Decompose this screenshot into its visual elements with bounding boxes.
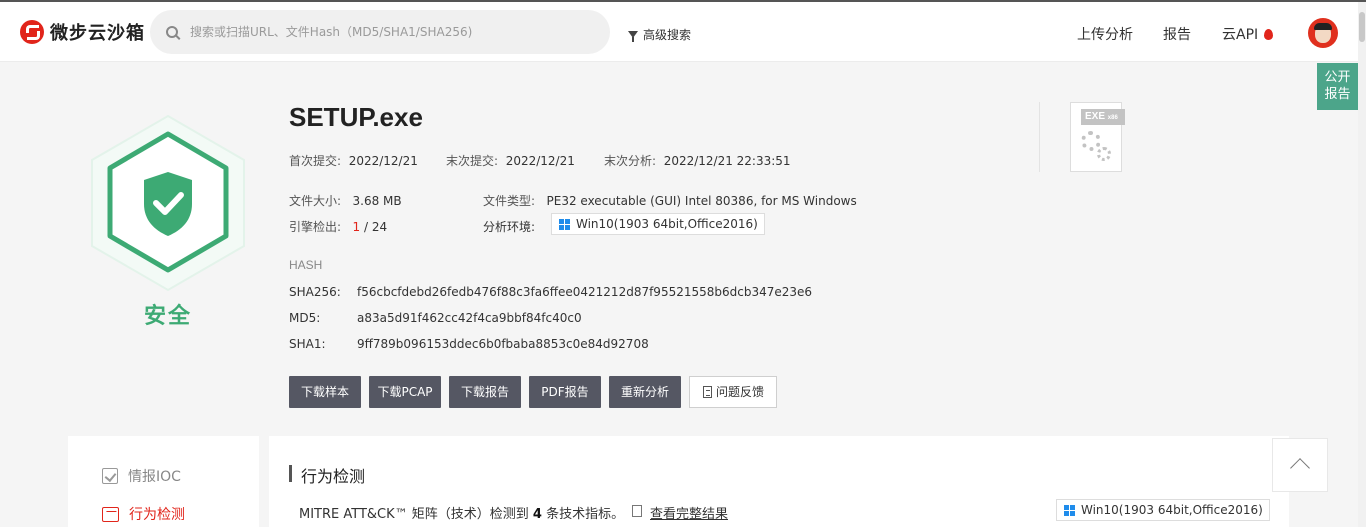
last-analysis-label: 末次分析: — [604, 154, 657, 168]
nav-report[interactable]: 报告 — [1163, 24, 1191, 44]
behavior-env-badge: Win10(1903 64bit,Office2016) — [1056, 499, 1270, 521]
nav-upload-analysis[interactable]: 上传分析 — [1077, 24, 1133, 44]
sha256-value[interactable]: f56cbcfdebd26fedb476f88c3fa6ffee0421212d… — [357, 285, 812, 299]
file-size: 文件大小: 3.68 MB — [289, 192, 402, 209]
pdf-report-button[interactable]: PDF报告 — [529, 376, 601, 408]
last-analysis: 末次分析: 2022/12/21 22:33:51 — [604, 152, 791, 169]
behavior-section-title: 行为检测 — [301, 467, 366, 486]
download-pcap-button[interactable]: 下载PCAP — [369, 376, 441, 408]
feedback-label: 问题反馈 — [716, 385, 765, 399]
sha256-label: SHA256: — [289, 285, 341, 299]
exe-file-icon: EXE x86 — [1070, 102, 1125, 172]
windows-icon — [559, 219, 570, 230]
last-submit-value: 2022/12/21 — [505, 154, 575, 168]
engine-hits: 1 — [352, 220, 361, 234]
view-full-results-link[interactable]: 查看完整结果 — [632, 503, 728, 522]
mitre-prefix: MITRE ATT&CK™ 矩阵（技术）检测到 — [299, 507, 529, 522]
left-nav-ioc[interactable]: 情报IOC — [102, 466, 181, 486]
document-icon — [703, 386, 712, 398]
left-nav-panel: 情报IOC 行为检测 — [68, 436, 259, 527]
first-submit: 首次提交: 2022/12/21 — [289, 152, 418, 169]
small-gear-icon — [1097, 147, 1111, 161]
sha256-row: SHA256: f56cbcfdebd26fedb476f88c3fa6ffee0… — [289, 285, 812, 299]
md5-value[interactable]: a83a5d91f462cc42f4ca9bbf84fc40c0 — [357, 311, 582, 325]
vertical-divider — [1039, 102, 1040, 172]
search-icon — [166, 26, 178, 38]
back-to-top-button[interactable] — [1272, 438, 1328, 492]
exe-file-type: EXE — [1085, 111, 1106, 122]
nav-cloud-api-label: 云API — [1222, 27, 1259, 43]
file-size-label: 文件大小: — [289, 194, 342, 208]
advanced-search-link[interactable]: 高级搜索 — [628, 26, 691, 43]
engine-total: / 24 — [363, 220, 388, 234]
analysis-env-badge: Win10(1903 64bit,Office2016) — [551, 213, 765, 235]
header: 微步云沙箱 高级搜索 上传分析 报告 云API — [0, 2, 1358, 62]
public-report-line2: 报告 — [1324, 87, 1351, 102]
sha1-value[interactable]: 9ff789b096153ddec6b0fbaba8853c0e84d92708 — [357, 337, 649, 351]
mitre-count: 4 — [532, 507, 542, 522]
page-scrollbar[interactable] — [1358, 2, 1366, 527]
analysis-env-value: Win10(1903 64bit,Office2016) — [576, 217, 758, 231]
list-icon — [632, 505, 642, 517]
first-submit-value: 2022/12/21 — [348, 154, 418, 168]
behavior-env-value: Win10(1903 64bit,Office2016) — [1081, 503, 1263, 517]
reanalyze-button[interactable]: 重新分析 — [609, 376, 681, 408]
behavior-chart-icon — [102, 506, 119, 522]
windows-icon — [1064, 505, 1075, 516]
user-avatar[interactable] — [1308, 18, 1338, 48]
search-input[interactable] — [190, 25, 590, 39]
last-submit: 末次提交: 2022/12/21 — [446, 152, 575, 169]
last-submit-label: 末次提交: — [446, 154, 499, 168]
logo-icon — [20, 20, 44, 44]
engine-detection-label: 引擎检出: — [289, 220, 342, 234]
search-bar[interactable] — [150, 10, 610, 54]
section-accent-bar — [289, 465, 292, 482]
last-analysis-value: 2022/12/21 22:33:51 — [663, 154, 791, 168]
public-report-tab[interactable]: 公开 报告 — [1317, 63, 1358, 110]
sha1-row: SHA1: 9ff789b096153ddec6b0fbaba8853c0e84d… — [289, 337, 649, 351]
verdict-label: 安全 — [143, 304, 192, 329]
filter-icon — [628, 31, 638, 42]
public-report-line1: 公开 — [1324, 70, 1351, 85]
logo-text: 微步云沙箱 — [50, 23, 145, 44]
md5-row: MD5: a83a5d91f462cc42f4ca9bbf84fc40c0 — [289, 311, 582, 325]
left-nav-behavior[interactable]: 行为检测 — [102, 504, 185, 524]
scrollbar-thumb[interactable] — [1359, 12, 1365, 42]
file-type-value: PE32 executable (GUI) Intel 80386, for M… — [546, 194, 857, 208]
file-size-value: 3.68 MB — [352, 194, 402, 208]
safe-shield-icon — [91, 114, 245, 292]
feedback-button[interactable]: 问题反馈 — [689, 376, 777, 408]
engine-detection: 引擎检出: 1 / 24 — [289, 218, 387, 235]
nav-cloud-api[interactable]: 云API — [1222, 24, 1274, 44]
file-type-label: 文件类型: — [483, 194, 536, 208]
hash-heading: HASH — [289, 258, 323, 272]
analysis-env-label: 分析环境: — [483, 220, 536, 234]
download-sample-button[interactable]: 下载样本 — [289, 376, 361, 408]
ioc-icon — [102, 468, 118, 484]
fire-icon — [1264, 28, 1274, 40]
mitre-suffix: 条技术指标。 — [546, 507, 625, 522]
logo[interactable]: 微步云沙箱 — [20, 19, 145, 45]
advanced-search-label: 高级搜索 — [643, 28, 692, 42]
gear-icon — [1081, 131, 1101, 151]
file-name: SETUP.exe — [289, 102, 423, 132]
first-submit-label: 首次提交: — [289, 154, 342, 168]
sha1-label: SHA1: — [289, 337, 326, 351]
left-nav-ioc-label: 情报IOC — [128, 469, 181, 485]
file-type: 文件类型: PE32 executable (GUI) Intel 80386,… — [483, 192, 857, 209]
exe-file-arch: x86 — [1107, 115, 1118, 121]
left-nav-behavior-label: 行为检测 — [129, 507, 185, 523]
download-report-button[interactable]: 下载报告 — [449, 376, 521, 408]
exe-file-icon-label: EXE x86 — [1081, 109, 1125, 125]
md5-label: MD5: — [289, 311, 321, 325]
mitre-summary: MITRE ATT&CK™ 矩阵（技术）检测到 4 条技术指标。 — [299, 503, 624, 522]
view-full-results-label: 查看完整结果 — [650, 507, 729, 522]
